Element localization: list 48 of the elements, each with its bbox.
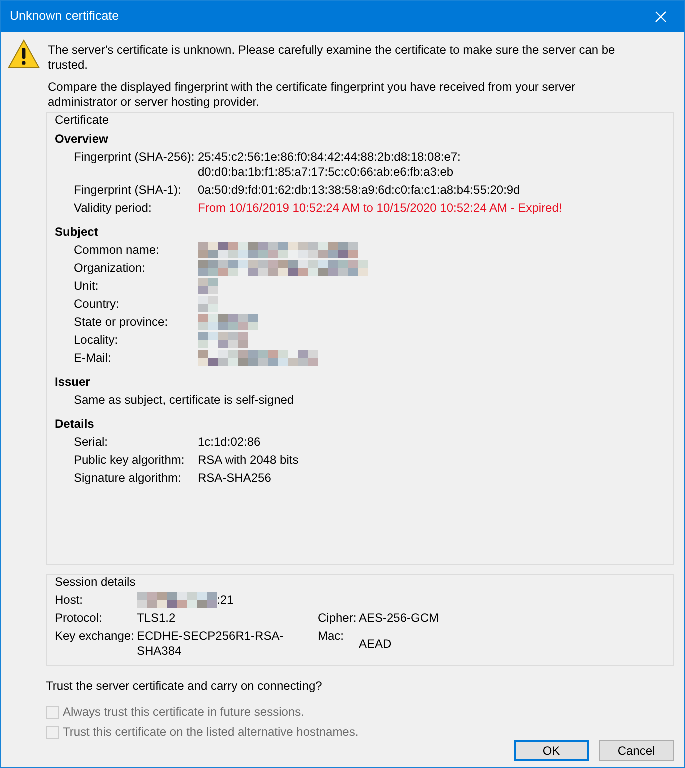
field-value: TLS1.2: [137, 611, 176, 626]
instruction-text: Compare the displayed fingerprint with the certificate fingerprint you have received from your server administrator or server hosting provider.: [48, 80, 577, 110]
redacted-value-drawing: [198, 332, 248, 348]
checkbox-label: Trust this certificate on the listed alternative hostnames.: [63, 725, 359, 740]
section-heading: Subject: [55, 225, 100, 240]
redacted-value-drawing: [198, 314, 258, 330]
window-title: Unknown certificate: [10, 9, 120, 24]
field-label: Signature algorithm:: [74, 471, 182, 486]
field-value: 0a:50:d9:fd:01:62:db:13:38:58:a9:6d:c0:fa:c1:a8:b4:55:20:9d: [198, 183, 520, 198]
question-text: Trust the server certificate and carry on connecting?: [46, 679, 324, 694]
field-label: Organization:: [74, 261, 146, 276]
warning-message: The server's certificate is unknown. Please carefully examine the certificate to make sure the server can be trusted.: [48, 43, 616, 73]
section-heading: Issuer: [55, 375, 92, 390]
field-label: Host:: [55, 593, 84, 608]
field-label: Country:: [74, 297, 120, 312]
ok-button[interactable]: OK: [514, 740, 589, 761]
field-label: Key exchange:: [55, 629, 136, 645]
issuer-note: Same as subject, certificate is self-signed: [74, 393, 294, 408]
field-value: 1c:1d:02:86: [198, 435, 261, 450]
redacted-value-drawing: [198, 278, 218, 294]
field-label: State or province:: [74, 315, 170, 330]
field-label: Fingerprint (SHA-1):: [74, 183, 182, 198]
field-label: Public key algorithm:: [74, 453, 186, 468]
warning-icon: [8, 39, 40, 69]
section-heading: Details: [55, 417, 96, 432]
field-value: 25:45:c2:56:1e:86:f0:84:42:44:88:2b:d8:18:08:e7: d0:d0:ba:1b:f1:85:a7:17:5c:c0:66:ab:e6:fb:a3:eb: [198, 150, 461, 180]
cancel-button[interactable]: Cancel: [599, 740, 674, 761]
section-heading: Overview: [55, 132, 110, 147]
field-label: Mac:: [318, 629, 346, 645]
field-label: Common name:: [74, 243, 160, 258]
redacted-value-drawing: [198, 296, 218, 312]
field-label: Fingerprint (SHA-256):: [74, 150, 196, 166]
close-icon: [655, 10, 667, 22]
field-value: AEAD: [359, 636, 392, 652]
field-label: Locality:: [74, 333, 120, 348]
field-value: RSA-SHA256: [198, 471, 272, 486]
field-value: RSA with 2048 bits: [198, 453, 299, 468]
validity-value: From 10/16/2019 10:52:24 AM to 10/15/2020 10:52:24 AM - Expired!: [198, 201, 562, 216]
field-label: Unit:: [74, 279, 100, 294]
field-label: Validity period:: [74, 201, 153, 216]
field-label: E-Mail:: [74, 351, 112, 366]
checkbox-label: Always trust this certificate in future sessions.: [63, 705, 304, 720]
field-label: Cipher:: [318, 611, 358, 626]
field-value: :21: [217, 593, 234, 608]
field-value: ECDHE-SECP256R1-RSA-SHA384: [137, 629, 285, 659]
field-label: Serial:: [74, 435, 110, 450]
field-label: Protocol:: [55, 611, 104, 626]
field-value: AES-256-GCM: [359, 611, 440, 626]
